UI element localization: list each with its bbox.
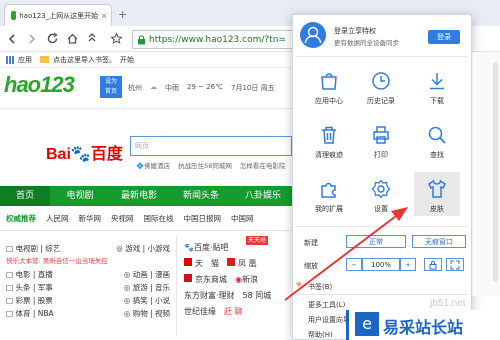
watermark-badge: e 易采站长站: [346, 310, 500, 340]
annotation-arrow: [284, 207, 408, 301]
site-logo-icon: e: [355, 312, 379, 336]
scrollbar[interactable]: [493, 62, 498, 282]
watermark-site: 易采站长站: [383, 318, 464, 337]
watermark-domain: jb51.net: [430, 298, 466, 309]
